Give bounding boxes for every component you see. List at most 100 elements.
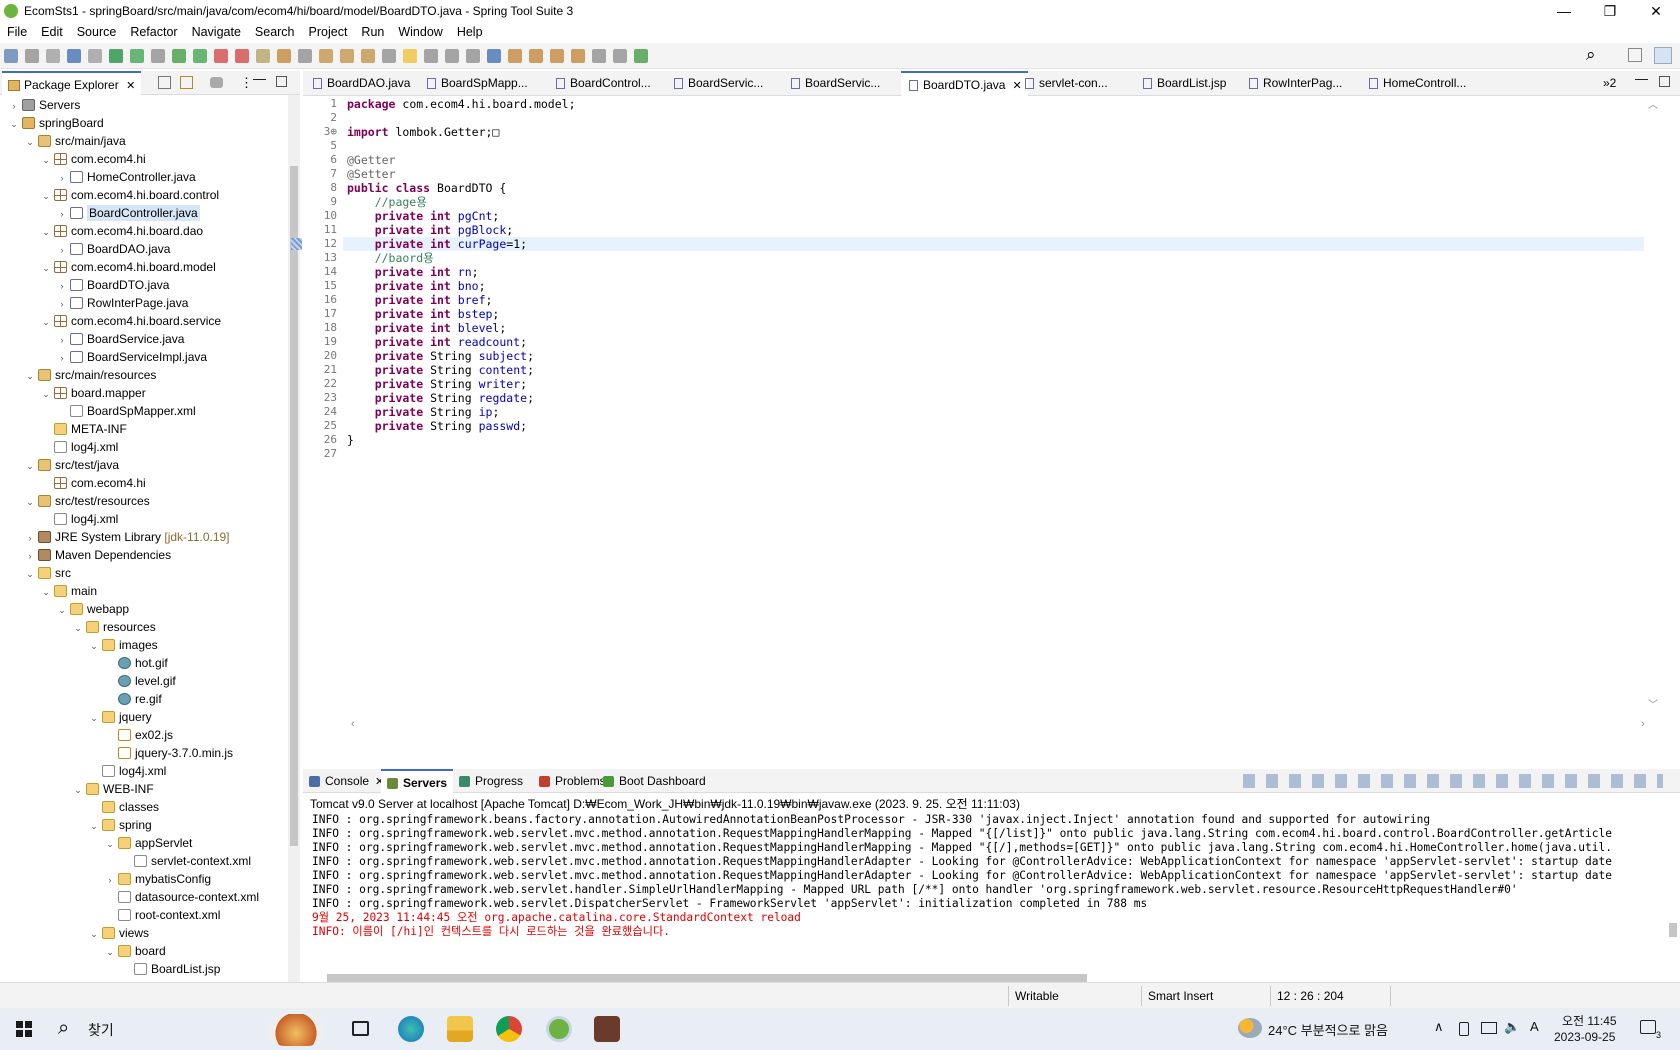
code-editor[interactable]: 1 2 3⊕ 5 6 7 8 9 10 11 12 13 14 15 16 17 18 19 20 21 22 23 24 2… (291, 96, 1661, 734)
tree-twisty-icon[interactable]: ⌄ (24, 367, 36, 385)
menu-item-refactor[interactable]: Refactor (123, 23, 184, 41)
scroll-left-icon[interactable]: ‹ (351, 718, 355, 730)
search-icon[interactable]: ⌕ (58, 1017, 69, 1040)
tree-item[interactable]: ⌄ src/main/java (24, 132, 125, 151)
code-line[interactable]: private int pgCnt; (347, 209, 500, 223)
spring-tool-suite-icon[interactable] (546, 1016, 572, 1042)
toolbar-tool-17-icon[interactable] (340, 49, 354, 63)
tree-twisty-icon[interactable]: ⌄ (24, 493, 36, 511)
code-line[interactable]: private String regdate; (347, 391, 534, 405)
collapse-all-icon[interactable] (158, 76, 171, 89)
code-line[interactable]: private String passwd; (347, 419, 527, 433)
scroll-right-icon[interactable]: › (1641, 718, 1645, 730)
tree-item[interactable]: BoardSpMapper.xml (56, 402, 196, 420)
toolbar-tool-6-icon[interactable] (109, 49, 123, 63)
tree-twisty-icon[interactable]: ⌄ (24, 133, 36, 151)
device-icon[interactable] (1459, 1022, 1469, 1036)
tree-item[interactable]: ⌄ board (104, 942, 165, 960)
tree-item[interactable]: ⌄ WEB-INF (72, 780, 153, 799)
code-line[interactable]: private int bstep; (347, 307, 500, 321)
tree-twisty-icon[interactable]: ⌄ (104, 835, 116, 853)
code-line[interactable]: private int bno; (347, 279, 486, 293)
minimize-button[interactable]: — (1541, 0, 1587, 23)
toolbar-tool-28-icon[interactable] (571, 49, 585, 63)
edge-browser-icon[interactable] (398, 1016, 424, 1042)
tree-twisty-icon[interactable]: ⌄ (72, 781, 84, 799)
tree-twisty-icon[interactable]: › (56, 241, 68, 259)
toolbar-tool-13-icon[interactable] (256, 49, 270, 63)
toolbar-tool-24-icon[interactable] (487, 49, 501, 63)
console-toolbar-icons[interactable] (1243, 774, 1663, 788)
tree-item[interactable]: › BoardDTO.java (56, 276, 170, 294)
menu-item-source[interactable]: Source (70, 23, 124, 41)
tree-item[interactable]: › Servers (8, 96, 81, 115)
toolbar-tool-21-icon[interactable] (424, 49, 438, 63)
status-insert-mode[interactable]: Smart Insert (1148, 989, 1213, 1003)
network-icon[interactable] (1481, 1022, 1497, 1034)
tree-item[interactable]: ⌄ images (88, 636, 157, 655)
toolbar-tool-4-icon[interactable] (67, 49, 81, 63)
menu-item-navigate[interactable]: Navigate (185, 23, 248, 41)
tab-boardspmapp[interactable]: BoardSpMapp... (419, 71, 534, 96)
tab-boardcontrol[interactable]: BoardControl... (548, 71, 657, 96)
tree-item[interactable]: ⌄ board.mapper (40, 384, 146, 402)
tree-twisty-icon[interactable]: › (8, 97, 20, 115)
close-button[interactable]: ✕ (1633, 0, 1679, 23)
toolbar-tool-29-icon[interactable] (592, 49, 606, 63)
toolbar-tool-16-icon[interactable] (319, 49, 333, 63)
menu-item-project[interactable]: Project (302, 23, 355, 41)
tree-item[interactable]: ⌄ com.ecom4.hi.board.service (40, 312, 221, 330)
tree-twisty-icon[interactable]: ⌄ (88, 925, 100, 943)
toolbar-tool-27-icon[interactable] (550, 49, 564, 63)
task-view-icon[interactable] (352, 1021, 369, 1036)
tree-item[interactable]: ⌄ main (40, 582, 97, 600)
console-output[interactable]: INFO : org.springframework.beans.factory… (303, 813, 1663, 969)
tree-item[interactable]: ⌄ com.ecom4.hi (40, 150, 145, 169)
tree-twisty-icon[interactable]: ⌄ (88, 637, 100, 655)
code-line[interactable]: //baord용 (347, 251, 434, 265)
volume-icon[interactable]: 🔈 (1504, 1019, 1520, 1035)
tab-boardservic[interactable]: BoardServic... (666, 71, 769, 96)
code-line[interactable]: private String subject; (347, 349, 534, 363)
toolbar-tool-11-icon[interactable] (214, 49, 228, 63)
notification-icon[interactable] (1640, 1020, 1656, 1034)
tree-twisty-icon[interactable]: › (56, 295, 68, 313)
toolbar-tool-18-icon[interactable] (361, 49, 375, 63)
console-hscroll-thumb[interactable] (327, 974, 1087, 982)
tree-item[interactable]: ⌄ com.ecom4.hi.board.model (40, 258, 216, 276)
code-line[interactable]: //page용 (347, 195, 427, 209)
tree-item[interactable]: log4j.xml (40, 438, 118, 456)
tab-overflow-button[interactable]: »2 (1603, 76, 1616, 90)
tree-scroll-thumb[interactable] (290, 166, 298, 846)
tree-item[interactable]: ⌄ jquery (88, 708, 151, 726)
code-line[interactable]: @Setter (347, 167, 395, 181)
toolbar-tool-1-icon[interactable] (4, 49, 18, 63)
toolbar-tool-30-icon[interactable] (613, 49, 627, 63)
minimize-editor-icon[interactable]: — (1635, 71, 1648, 86)
tree-item[interactable]: › Maven Dependencies (24, 546, 172, 564)
toolbar-tool-7-icon[interactable] (130, 49, 144, 63)
tab-boarddto-java[interactable]: BoardDTO.java ✕ (901, 71, 1028, 96)
tree-twisty-icon[interactable]: ⌄ (88, 817, 100, 835)
toolbar-tool-20-icon[interactable] (403, 49, 417, 63)
clock-date[interactable]: 2023-09-25 (1554, 1030, 1615, 1044)
tree-item[interactable]: ⌄ webapp (56, 600, 129, 618)
tree-item[interactable]: jquery-3.7.0.min.js (104, 744, 233, 762)
code-line[interactable]: private String writer; (347, 377, 527, 391)
close-icon[interactable]: ✕ (126, 80, 135, 92)
tab-homecontroll[interactable]: HomeControll... (1361, 71, 1472, 96)
menu-item-edit[interactable]: Edit (34, 23, 70, 41)
tree-item[interactable]: com.ecom4.hi (40, 474, 146, 492)
tree-twisty-icon[interactable]: ⌄ (24, 457, 36, 475)
menu-item-window[interactable]: Window (391, 23, 449, 41)
chrome-icon[interactable] (496, 1016, 522, 1042)
toolbar-tool-5-icon[interactable] (88, 49, 102, 63)
view-menu-icon[interactable]: ⋮ (240, 75, 253, 91)
menu-item-help[interactable]: Help (450, 23, 490, 41)
code-line[interactable]: @Getter (347, 153, 395, 167)
code-line[interactable]: } (347, 433, 354, 447)
tree-item[interactable]: classes (88, 798, 159, 816)
toolbar-search-icon[interactable]: ⌕ (1586, 45, 1596, 65)
tree-item[interactable]: log4j.xml (88, 762, 166, 780)
tree-twisty-icon[interactable]: ⌄ (40, 151, 52, 169)
